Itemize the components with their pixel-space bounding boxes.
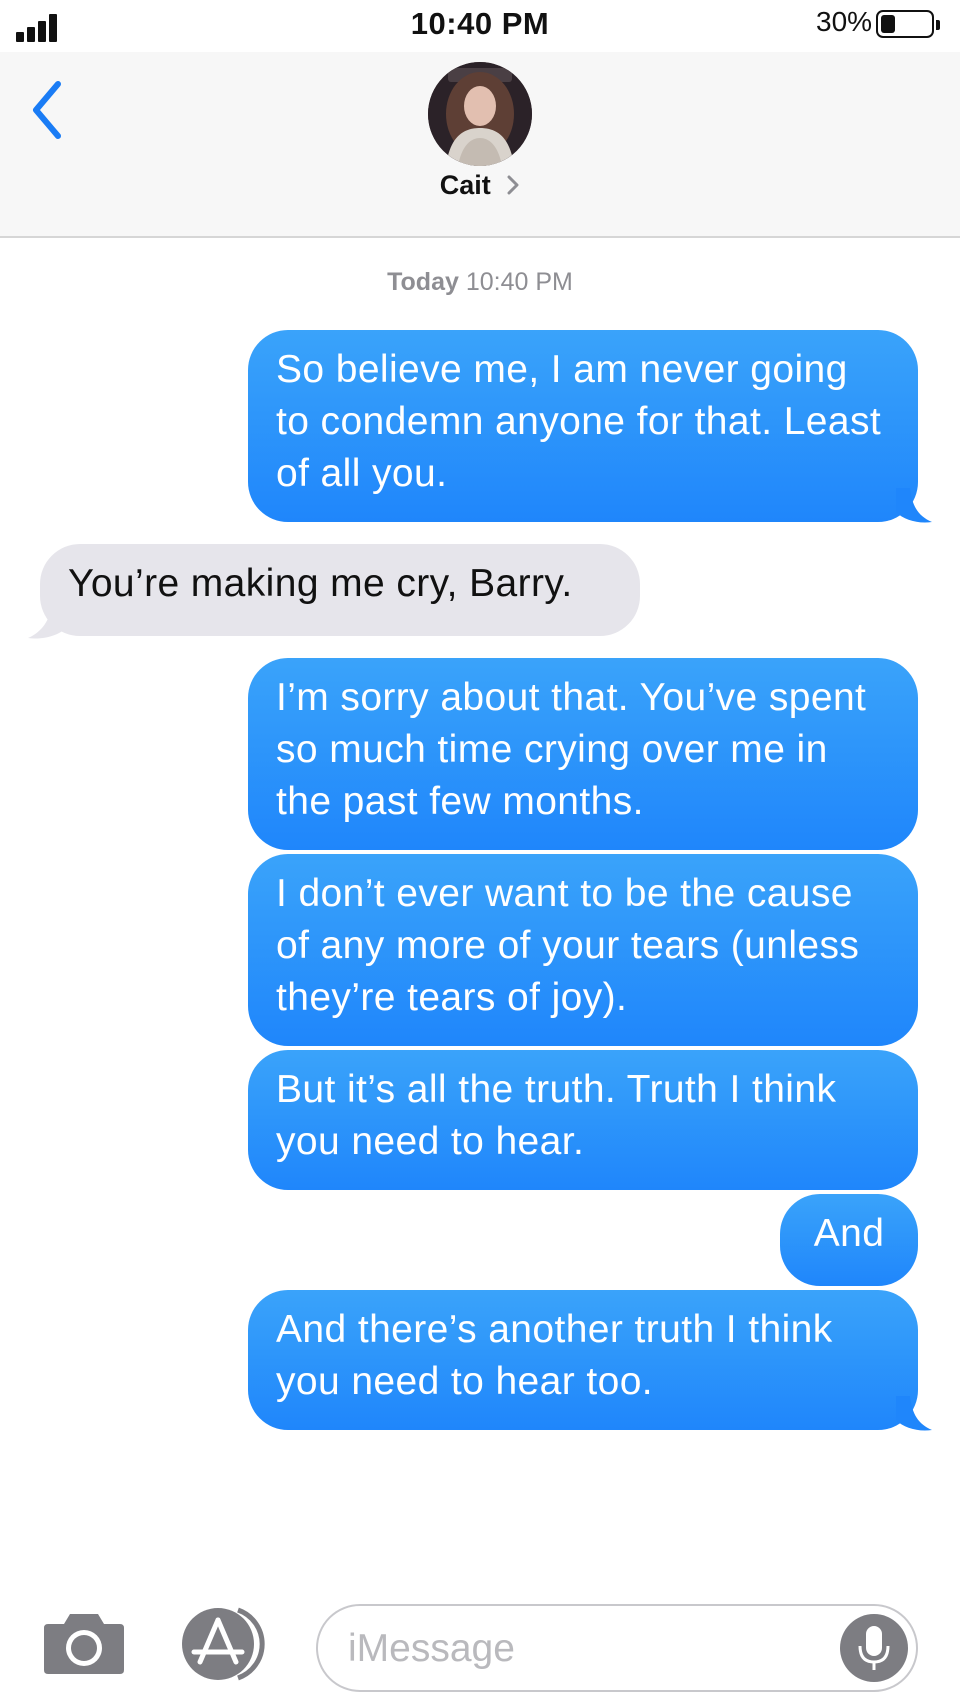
contact-avatar[interactable] — [428, 62, 532, 166]
contact-name: Cait — [439, 170, 491, 200]
imessage-input-field[interactable] — [316, 1604, 918, 1692]
timestamp-time: 10:40 PM — [465, 268, 573, 296]
sent-message-bubble[interactable]: So believe me, I am never going to conde… — [248, 330, 918, 522]
camera-button[interactable] — [42, 1610, 126, 1676]
message-text: So believe me, I am never going to conde… — [276, 348, 882, 495]
microphone-button[interactable] — [840, 1614, 908, 1682]
conversation-header: Cait — [0, 52, 960, 238]
app-store-button[interactable] — [178, 1604, 274, 1684]
sent-message-bubble[interactable]: I don’t ever want to be the cause of any… — [248, 854, 918, 1046]
status-bar: 10:40 PM 30% — [0, 0, 960, 52]
message-text: I don’t ever want to be the cause of any… — [276, 872, 860, 1019]
message-text: And — [813, 1212, 885, 1255]
received-message-bubble[interactable]: You’re making me cry, Barry. — [40, 544, 640, 636]
back-button[interactable] — [24, 70, 74, 140]
app-store-icon — [182, 1607, 265, 1681]
message-text: I’m sorry about that. You’ve spent so mu… — [276, 676, 867, 823]
message-text: And there’s another truth I think you ne… — [276, 1308, 833, 1403]
message-text: But it’s all the truth. Truth I think yo… — [276, 1068, 837, 1163]
sent-message-bubble[interactable]: I’m sorry about that. You’ve spent so mu… — [248, 658, 918, 850]
message-input[interactable] — [346, 1618, 830, 1680]
battery-level-fill — [881, 15, 895, 33]
sent-message-bubble[interactable]: And there’s another truth I think you ne… — [248, 1290, 918, 1430]
microphone-icon — [858, 1626, 890, 1670]
battery-icon — [876, 10, 934, 38]
battery-nub — [936, 20, 940, 30]
message-text: You’re making me cry, Barry. — [68, 562, 573, 605]
battery-percentage: 30% — [816, 6, 873, 37]
avatar-photo — [428, 62, 532, 166]
conversation-timestamp: Today 10:40 PM — [0, 268, 960, 297]
chevron-right-icon — [507, 175, 519, 195]
camera-icon — [44, 1614, 124, 1674]
sent-message-bubble[interactable]: And — [780, 1194, 918, 1286]
timestamp-day: Today — [387, 268, 459, 296]
contact-details-link[interactable]: Cait — [0, 170, 960, 201]
chevron-left-icon — [33, 81, 61, 139]
sent-message-bubble[interactable]: But it’s all the truth. Truth I think yo… — [248, 1050, 918, 1190]
